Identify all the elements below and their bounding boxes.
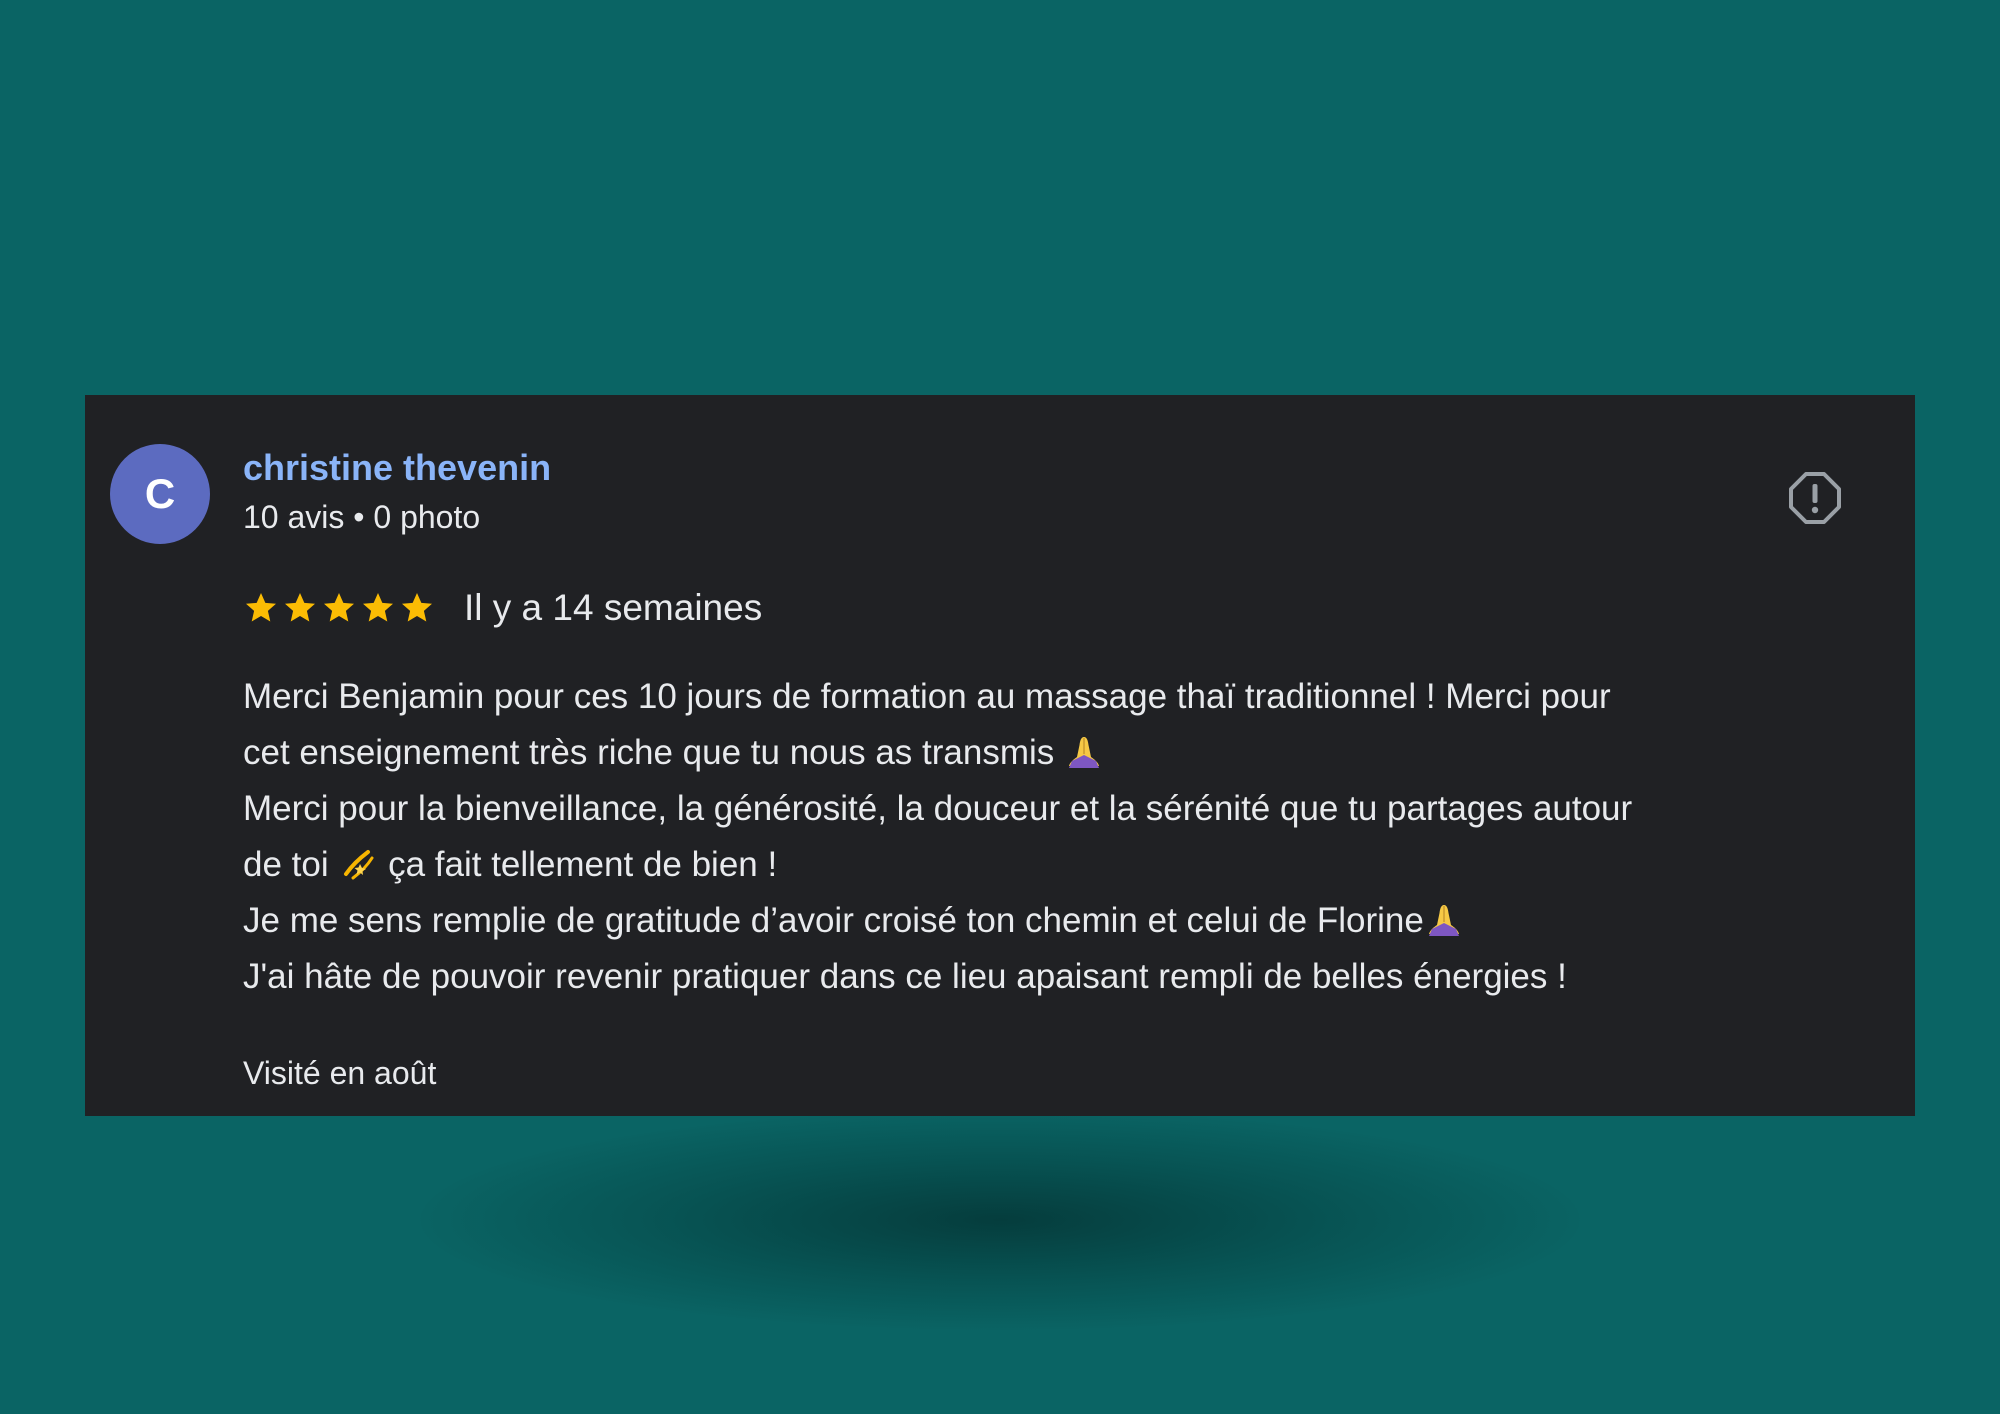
- review-line: Merci pour la bienveillance, la générosi…: [243, 781, 1873, 837]
- review-date: Il y a 14 semaines: [464, 587, 763, 628]
- review-card: C christine thevenin 10 avis • 0 photo I…: [85, 395, 1915, 1116]
- folded-hands-emoji: [1069, 737, 1099, 768]
- review-line: de toi ça fait tellement de bien !: [243, 837, 1873, 893]
- page-background: C christine thevenin 10 avis • 0 photo I…: [0, 0, 2000, 1414]
- avatar[interactable]: C: [110, 444, 210, 544]
- star-icon: [363, 593, 393, 622]
- star-icon: [285, 593, 315, 622]
- review-line-text: ça fait tellement de bien !: [388, 845, 778, 884]
- review-line: cet enseignement très riche que tu nous …: [243, 725, 1873, 781]
- review-line-text: cet enseignement très riche que tu nous …: [243, 733, 1055, 772]
- star-rating: [243, 590, 438, 626]
- review-line: J'ai hâte de pouvoir revenir pratiquer d…: [243, 949, 1873, 1005]
- dizzy-emoji: [344, 850, 374, 880]
- avatar-initial: C: [144, 470, 176, 517]
- review-text: Merci Benjamin pour ces 10 jours de form…: [243, 669, 1873, 1005]
- author-name-link[interactable]: christine thevenin: [243, 447, 551, 489]
- visit-date: Visité en août: [243, 1055, 437, 1091]
- report-flag-icon[interactable]: [1788, 471, 1842, 525]
- author-meta: 10 avis • 0 photo: [243, 499, 481, 535]
- star-icon: [246, 593, 276, 622]
- review-line-text: Merci pour la bienveillance, la générosi…: [243, 789, 1633, 828]
- card-shadow: [420, 1110, 1580, 1330]
- review-line-text: Merci Benjamin pour ces 10 jours de form…: [243, 677, 1611, 716]
- review-line-text: de toi: [243, 845, 329, 884]
- folded-hands-emoji: [1428, 905, 1459, 936]
- review-line: Je me sens remplie de gratitude d’avoir …: [243, 893, 1873, 949]
- rating-row: Il y a 14 semaines: [243, 587, 762, 629]
- review-line-text: J'ai hâte de pouvoir revenir pratiquer d…: [243, 957, 1567, 996]
- star-icon: [402, 593, 432, 622]
- review-line: Merci Benjamin pour ces 10 jours de form…: [243, 669, 1873, 725]
- review-line-text: Je me sens remplie de gratitude d’avoir …: [243, 901, 1424, 940]
- star-icon: [324, 593, 354, 622]
